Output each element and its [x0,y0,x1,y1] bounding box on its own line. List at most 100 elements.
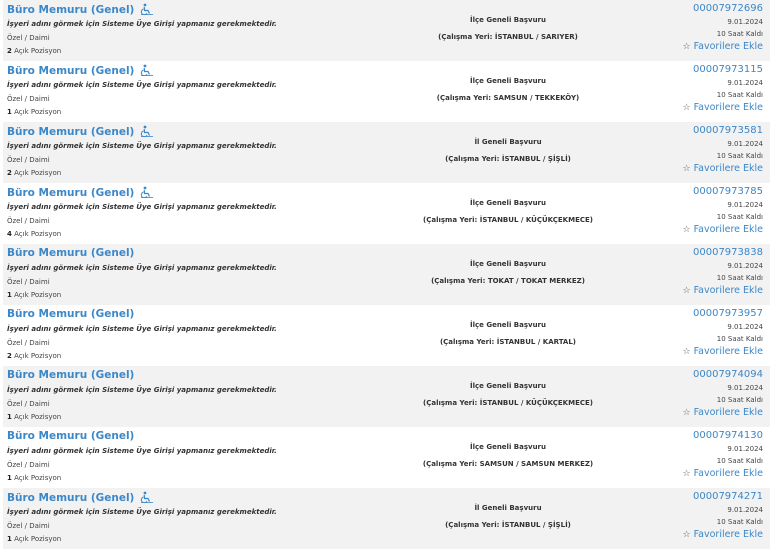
star-icon: ☆ [682,347,691,357]
positions-label: Açık Pozisyon [14,108,62,116]
star-icon: ☆ [682,286,691,296]
work-location: (Çalışma Yeri: İSTANBUL / SARIYER) [438,33,578,41]
job-title-text: Büro Memuru (Genel) [7,308,135,320]
listing-date: 9.01.2024 [727,18,763,26]
add-favorite-button[interactable]: ☆ Favorilere Ekle [682,101,763,115]
positions-label: Açık Pozisyon [14,413,62,421]
job-title-link[interactable]: Büro Memuru (Genel) [7,369,134,381]
add-favorite-button[interactable]: ☆ Favorilere Ekle [682,284,763,298]
listing-number-link[interactable]: 00007972696 [682,2,763,16]
application-scope: İlçe Geneli Başvuru (Çalışma Yeri: SAMSU… [378,73,638,107]
employer-login-note: İşyeri adını görmek için Sisteme Üye Gir… [7,508,277,516]
positions-count: 4 [7,230,12,238]
application-scope: İlçe Geneli Başvuru (Çalışma Yeri: İSTAN… [378,195,638,229]
employer-login-note: İşyeri adını görmek için Sisteme Üye Gir… [7,81,277,89]
favorite-label: Favorilere Ekle [693,163,763,174]
work-type: Özel / Daimi [7,339,50,347]
listing-meta: 00007973581 9.01.2024 10 Saat Kaldı ☆ Fa… [682,124,763,176]
star-icon: ☆ [682,408,691,418]
listing-number-link[interactable]: 00007973957 [682,307,763,321]
job-title-link[interactable]: Büro Memuru (Genel) [7,125,154,138]
job-listing-row: Büro Memuru (Genel) İşyeri adını görmek … [3,122,770,183]
application-scope: İlçe Geneli Başvuru (Çalışma Yeri: İSTAN… [378,378,638,412]
job-listing-row: Büro Memuru (Genel) İşyeri adını görmek … [3,366,770,427]
listing-number-link[interactable]: 00007973115 [682,63,763,77]
listing-meta: 00007974271 9.01.2024 10 Saat Kaldı ☆ Fa… [682,490,763,542]
job-title-link[interactable]: Büro Memuru (Genel) [7,308,134,320]
open-positions: 2 Açık Pozisyon [7,169,61,177]
star-icon: ☆ [682,164,691,174]
listing-meta: 00007973838 9.01.2024 10 Saat Kaldı ☆ Fa… [682,246,763,298]
disabled-person-icon [140,125,154,138]
listing-date: 9.01.2024 [727,79,763,87]
positions-label: Açık Pozisyon [14,291,62,299]
add-favorite-button[interactable]: ☆ Favorilere Ekle [682,40,763,54]
add-favorite-button[interactable]: ☆ Favorilere Ekle [682,223,763,237]
add-favorite-button[interactable]: ☆ Favorilere Ekle [682,162,763,176]
work-type: Özel / Daimi [7,34,50,42]
job-title-link[interactable]: Büro Memuru (Genel) [7,430,134,442]
open-positions: 2 Açık Pozisyon [7,352,61,360]
job-title-link[interactable]: Büro Memuru (Genel) [7,247,134,259]
listing-number-link[interactable]: 00007974094 [682,368,763,382]
job-title-link[interactable]: Büro Memuru (Genel) [7,186,154,199]
employer-login-note: İşyeri adını görmek için Sisteme Üye Gir… [7,386,277,394]
favorite-label: Favorilere Ekle [693,224,763,235]
listing-date: 9.01.2024 [727,140,763,148]
scope-text: İlçe Geneli Başvuru [469,321,546,329]
time-left: 10 Saat Kaldı [716,457,763,465]
listing-date: 9.01.2024 [727,201,763,209]
job-title-link[interactable]: Büro Memuru (Genel) [7,3,154,16]
listing-number-link[interactable]: 00007974271 [682,490,763,504]
job-title-text: Büro Memuru (Genel) [7,247,135,259]
job-title-link[interactable]: Büro Memuru (Genel) [7,491,154,504]
work-location: (Çalışma Yeri: SAMSUN / TEKKEKÖY) [436,94,580,102]
work-type: Özel / Daimi [7,95,50,103]
listing-date: 9.01.2024 [727,506,763,514]
job-listing-row: Büro Memuru (Genel) İşyeri adını görmek … [3,0,770,61]
star-icon: ☆ [682,42,691,52]
favorite-label: Favorilere Ekle [693,346,763,357]
favorite-label: Favorilere Ekle [693,407,763,418]
job-title-link[interactable]: Büro Memuru (Genel) [7,64,154,77]
listing-meta: 00007973785 9.01.2024 10 Saat Kaldı ☆ Fa… [682,185,763,237]
disabled-person-icon [140,3,154,16]
scope-text: İlçe Geneli Başvuru [469,77,546,85]
add-favorite-button[interactable]: ☆ Favorilere Ekle [682,406,763,420]
application-scope: İlçe Geneli Başvuru (Çalışma Yeri: SAMSU… [378,439,638,473]
favorite-label: Favorilere Ekle [693,41,763,52]
scope-text: İlçe Geneli Başvuru [469,260,546,268]
listing-number-link[interactable]: 00007974130 [682,429,763,443]
job-listing-row: Büro Memuru (Genel) İşyeri adını görmek … [3,305,770,366]
positions-count: 1 [7,535,12,543]
open-positions: 1 Açık Pozisyon [7,108,61,116]
employer-login-note: İşyeri adını görmek için Sisteme Üye Gir… [7,142,277,150]
employer-login-note: İşyeri adını görmek için Sisteme Üye Gir… [7,264,277,272]
job-title-text: Büro Memuru (Genel) [7,430,135,442]
favorite-label: Favorilere Ekle [693,468,763,479]
positions-label: Açık Pozisyon [14,352,62,360]
time-left: 10 Saat Kaldı [716,396,763,404]
star-icon: ☆ [682,530,691,540]
application-scope: İlçe Geneli Başvuru (Çalışma Yeri: İSTAN… [378,317,638,351]
work-type: Özel / Daimi [7,156,50,164]
star-icon: ☆ [682,103,691,113]
favorite-label: Favorilere Ekle [693,529,763,540]
listing-number-link[interactable]: 00007973838 [682,246,763,260]
add-favorite-button[interactable]: ☆ Favorilere Ekle [682,528,763,542]
job-listing-row: Büro Memuru (Genel) İşyeri adını görmek … [3,61,770,122]
work-location: (Çalışma Yeri: SAMSUN / SAMSUN MERKEZ) [422,460,594,468]
add-favorite-button[interactable]: ☆ Favorilere Ekle [682,345,763,359]
listing-number-link[interactable]: 00007973785 [682,185,763,199]
job-title-text: Büro Memuru (Genel) [7,65,135,77]
disabled-person-icon [140,64,154,77]
listing-number-link[interactable]: 00007973581 [682,124,763,138]
work-type: Özel / Daimi [7,400,50,408]
open-positions: 2 Açık Pozisyon [7,47,61,55]
job-listing-row: Büro Memuru (Genel) İşyeri adını görmek … [3,427,770,488]
add-favorite-button[interactable]: ☆ Favorilere Ekle [682,467,763,481]
positions-label: Açık Pozisyon [14,47,62,55]
job-title-text: Büro Memuru (Genel) [7,126,135,138]
scope-text: İlçe Geneli Başvuru [469,443,546,451]
favorite-label: Favorilere Ekle [693,285,763,296]
